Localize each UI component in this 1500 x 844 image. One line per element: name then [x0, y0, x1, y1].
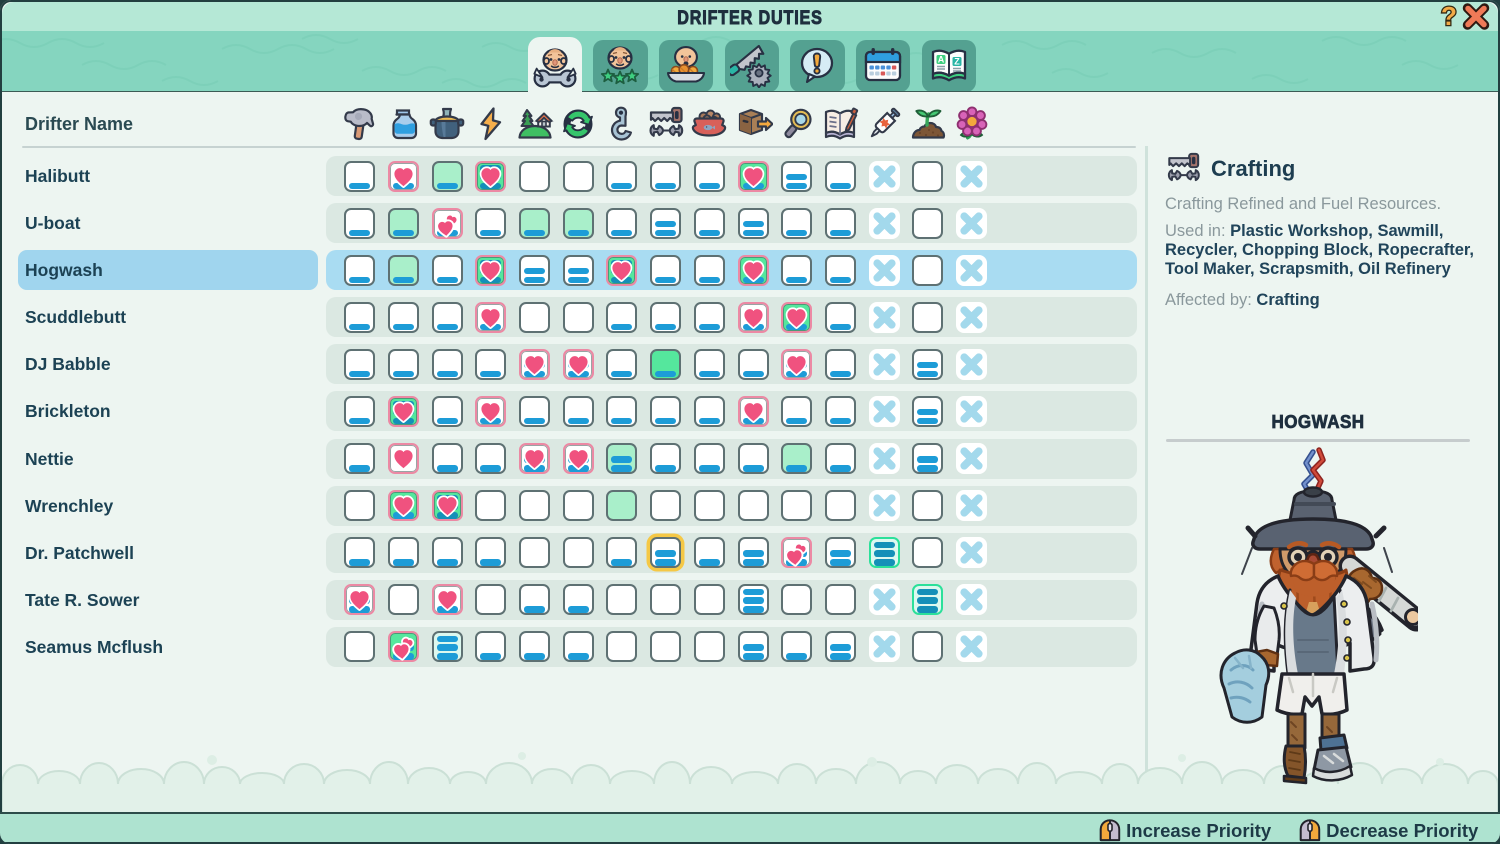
svg-text:Z: Z — [954, 57, 960, 67]
svg-text:?: ? — [1441, 2, 1457, 31]
svg-text:A: A — [938, 55, 945, 65]
